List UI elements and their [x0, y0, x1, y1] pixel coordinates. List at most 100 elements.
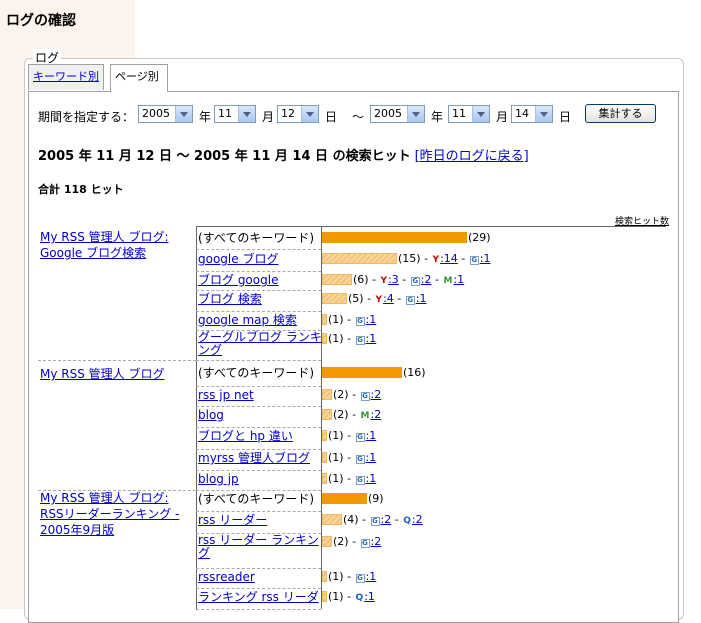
row-separator [196, 568, 321, 569]
range-tilde: 〜 [352, 110, 365, 124]
hit-count: (1) - G:1 [328, 313, 376, 326]
group-title-link[interactable]: My RSS 管理人 ブログ: RSSリーダーランキング - 2005年9月版 [40, 490, 190, 538]
google-icon: G [405, 296, 415, 305]
tab-keyword[interactable]: キーワード別 [28, 64, 104, 90]
row-separator [196, 609, 321, 610]
engine-count-link[interactable]: :1 [366, 451, 377, 464]
chevron-down-icon [535, 106, 552, 122]
google-icon: G [370, 517, 380, 526]
google-icon: G [355, 574, 365, 583]
separator: - [457, 252, 469, 265]
chevron-down-icon [407, 106, 424, 122]
row-separator [196, 249, 321, 250]
hit-count-text: (2) - [333, 408, 360, 421]
keyword-link[interactable]: rssreader [198, 571, 322, 584]
engine-count-link[interactable]: :3 [388, 273, 399, 286]
row-separator [196, 360, 321, 361]
chevron-down-icon [472, 106, 489, 122]
all-keywords-label: (すべてのキーワード) [198, 492, 315, 506]
row-separator [196, 449, 321, 450]
hit-count-text: (6) - [353, 273, 380, 286]
engine-count-link[interactable]: :1 [366, 429, 377, 442]
keyword-link[interactable]: ブログ google [198, 274, 322, 287]
to-month-select[interactable]: 11 [448, 105, 490, 123]
hit-bar [322, 314, 327, 325]
engine-count-link[interactable]: :1 [480, 252, 491, 265]
group-title-link[interactable]: My RSS 管理人 ブログ [40, 366, 190, 382]
keyword-link[interactable]: google map 検索 [198, 314, 322, 327]
hit-count-text: (1) - [328, 313, 355, 326]
engine-count-link[interactable]: :2 [371, 388, 382, 401]
to-day-select[interactable]: 14 [511, 105, 553, 123]
keyword-link[interactable]: google ブログ [198, 253, 322, 266]
separator: - [393, 292, 405, 305]
row-separator [196, 311, 321, 312]
keyword-link[interactable]: ブログと hp 違い [198, 430, 322, 443]
hit-count-text: (4) - [343, 513, 370, 526]
group-title-link[interactable]: My RSS 管理人 ブログ: Google ブログ検索 [40, 229, 190, 261]
from-year-select[interactable]: 2005 [138, 105, 193, 123]
row-separator [196, 290, 321, 291]
year-unit-label: 年 [199, 110, 212, 124]
hit-bar [322, 473, 327, 484]
back-to-yesterday-link[interactable]: [昨日のログに戻る] [415, 149, 529, 164]
result-heading: 2005 年 11 月 12 日 〜 2005 年 11 月 14 日 の検索ヒ… [38, 145, 529, 164]
hit-bar [322, 430, 327, 441]
table-top-border [196, 226, 666, 227]
hit-bar [322, 232, 467, 243]
keyword-link[interactable]: blog [198, 409, 322, 422]
engine-count-link[interactable]: :2 [381, 513, 392, 526]
keyword-link[interactable]: ランキング rss リーダ [198, 591, 322, 604]
engine-count-link[interactable]: :1 [366, 472, 377, 485]
aggregate-button[interactable]: 集計する [585, 104, 656, 123]
google-icon: G [469, 256, 479, 265]
engine-count-link[interactable]: :14 [440, 252, 458, 265]
hit-count-text: (1) - [328, 570, 355, 583]
hit-bar [322, 452, 327, 463]
engine-count-link[interactable]: :2 [412, 513, 423, 526]
keyword-link[interactable]: myrss 管理人ブログ [198, 452, 322, 465]
to-year-select[interactable]: 2005 [370, 105, 425, 123]
row-separator [196, 511, 321, 512]
keyword-link[interactable]: rss リーダー ランキング [198, 534, 322, 560]
engine-count-link[interactable]: :1 [366, 313, 377, 326]
keyword-link[interactable]: グーグルブログ ランキング [198, 331, 322, 357]
hit-count: (1) - G:1 [328, 451, 376, 464]
keyword-link[interactable]: rss リーダー [198, 514, 322, 527]
year-unit-label: 年 [431, 110, 444, 124]
hit-count-text: (2) - [333, 535, 360, 548]
engine-count-link[interactable]: :1 [364, 590, 375, 603]
engine-count-link[interactable]: :1 [366, 570, 377, 583]
tab-page[interactable]: ページ別 [110, 64, 168, 92]
keyword-link[interactable]: ブログ 検索 [198, 293, 322, 306]
hit-count-text: (1) - [328, 332, 355, 345]
engine-count-link[interactable]: :4 [383, 292, 394, 305]
engine-count-link[interactable]: :2 [421, 273, 432, 286]
hit-bar [322, 536, 332, 547]
hit-count: (1) - G:1 [328, 332, 376, 345]
engine-count-link[interactable]: :2 [371, 535, 382, 548]
engine-count-link[interactable]: :2 [371, 408, 382, 421]
engine-count-link[interactable]: :1 [453, 273, 464, 286]
keyword-link[interactable]: rss jp net [198, 389, 322, 402]
hit-bar [322, 493, 367, 504]
row-separator [196, 271, 321, 272]
hit-count: (1) - G:1 [328, 570, 376, 583]
hit-count: (2) - M:2 [333, 408, 381, 421]
engine-count-link[interactable]: :1 [416, 292, 427, 305]
row-separator [196, 406, 321, 407]
from-day-select[interactable]: 12 [277, 105, 319, 123]
search-icon: Q [403, 516, 411, 526]
google-icon: G [360, 539, 370, 548]
day-unit-label: 日 [559, 110, 572, 124]
from-month-select[interactable]: 11 [214, 105, 256, 123]
search-icon: Q [355, 593, 364, 603]
hit-count: (4) - G:2 - Q:2 [343, 513, 423, 526]
yahoo-icon: Y [380, 276, 388, 286]
keyword-link[interactable]: blog jp [198, 473, 322, 486]
hit-bar [322, 389, 332, 400]
month-unit-label: 月 [262, 110, 275, 124]
engine-count-link[interactable]: :1 [366, 332, 377, 345]
hit-count-text: (9) [368, 492, 384, 505]
all-keywords-label: (すべてのキーワード) [198, 366, 315, 380]
